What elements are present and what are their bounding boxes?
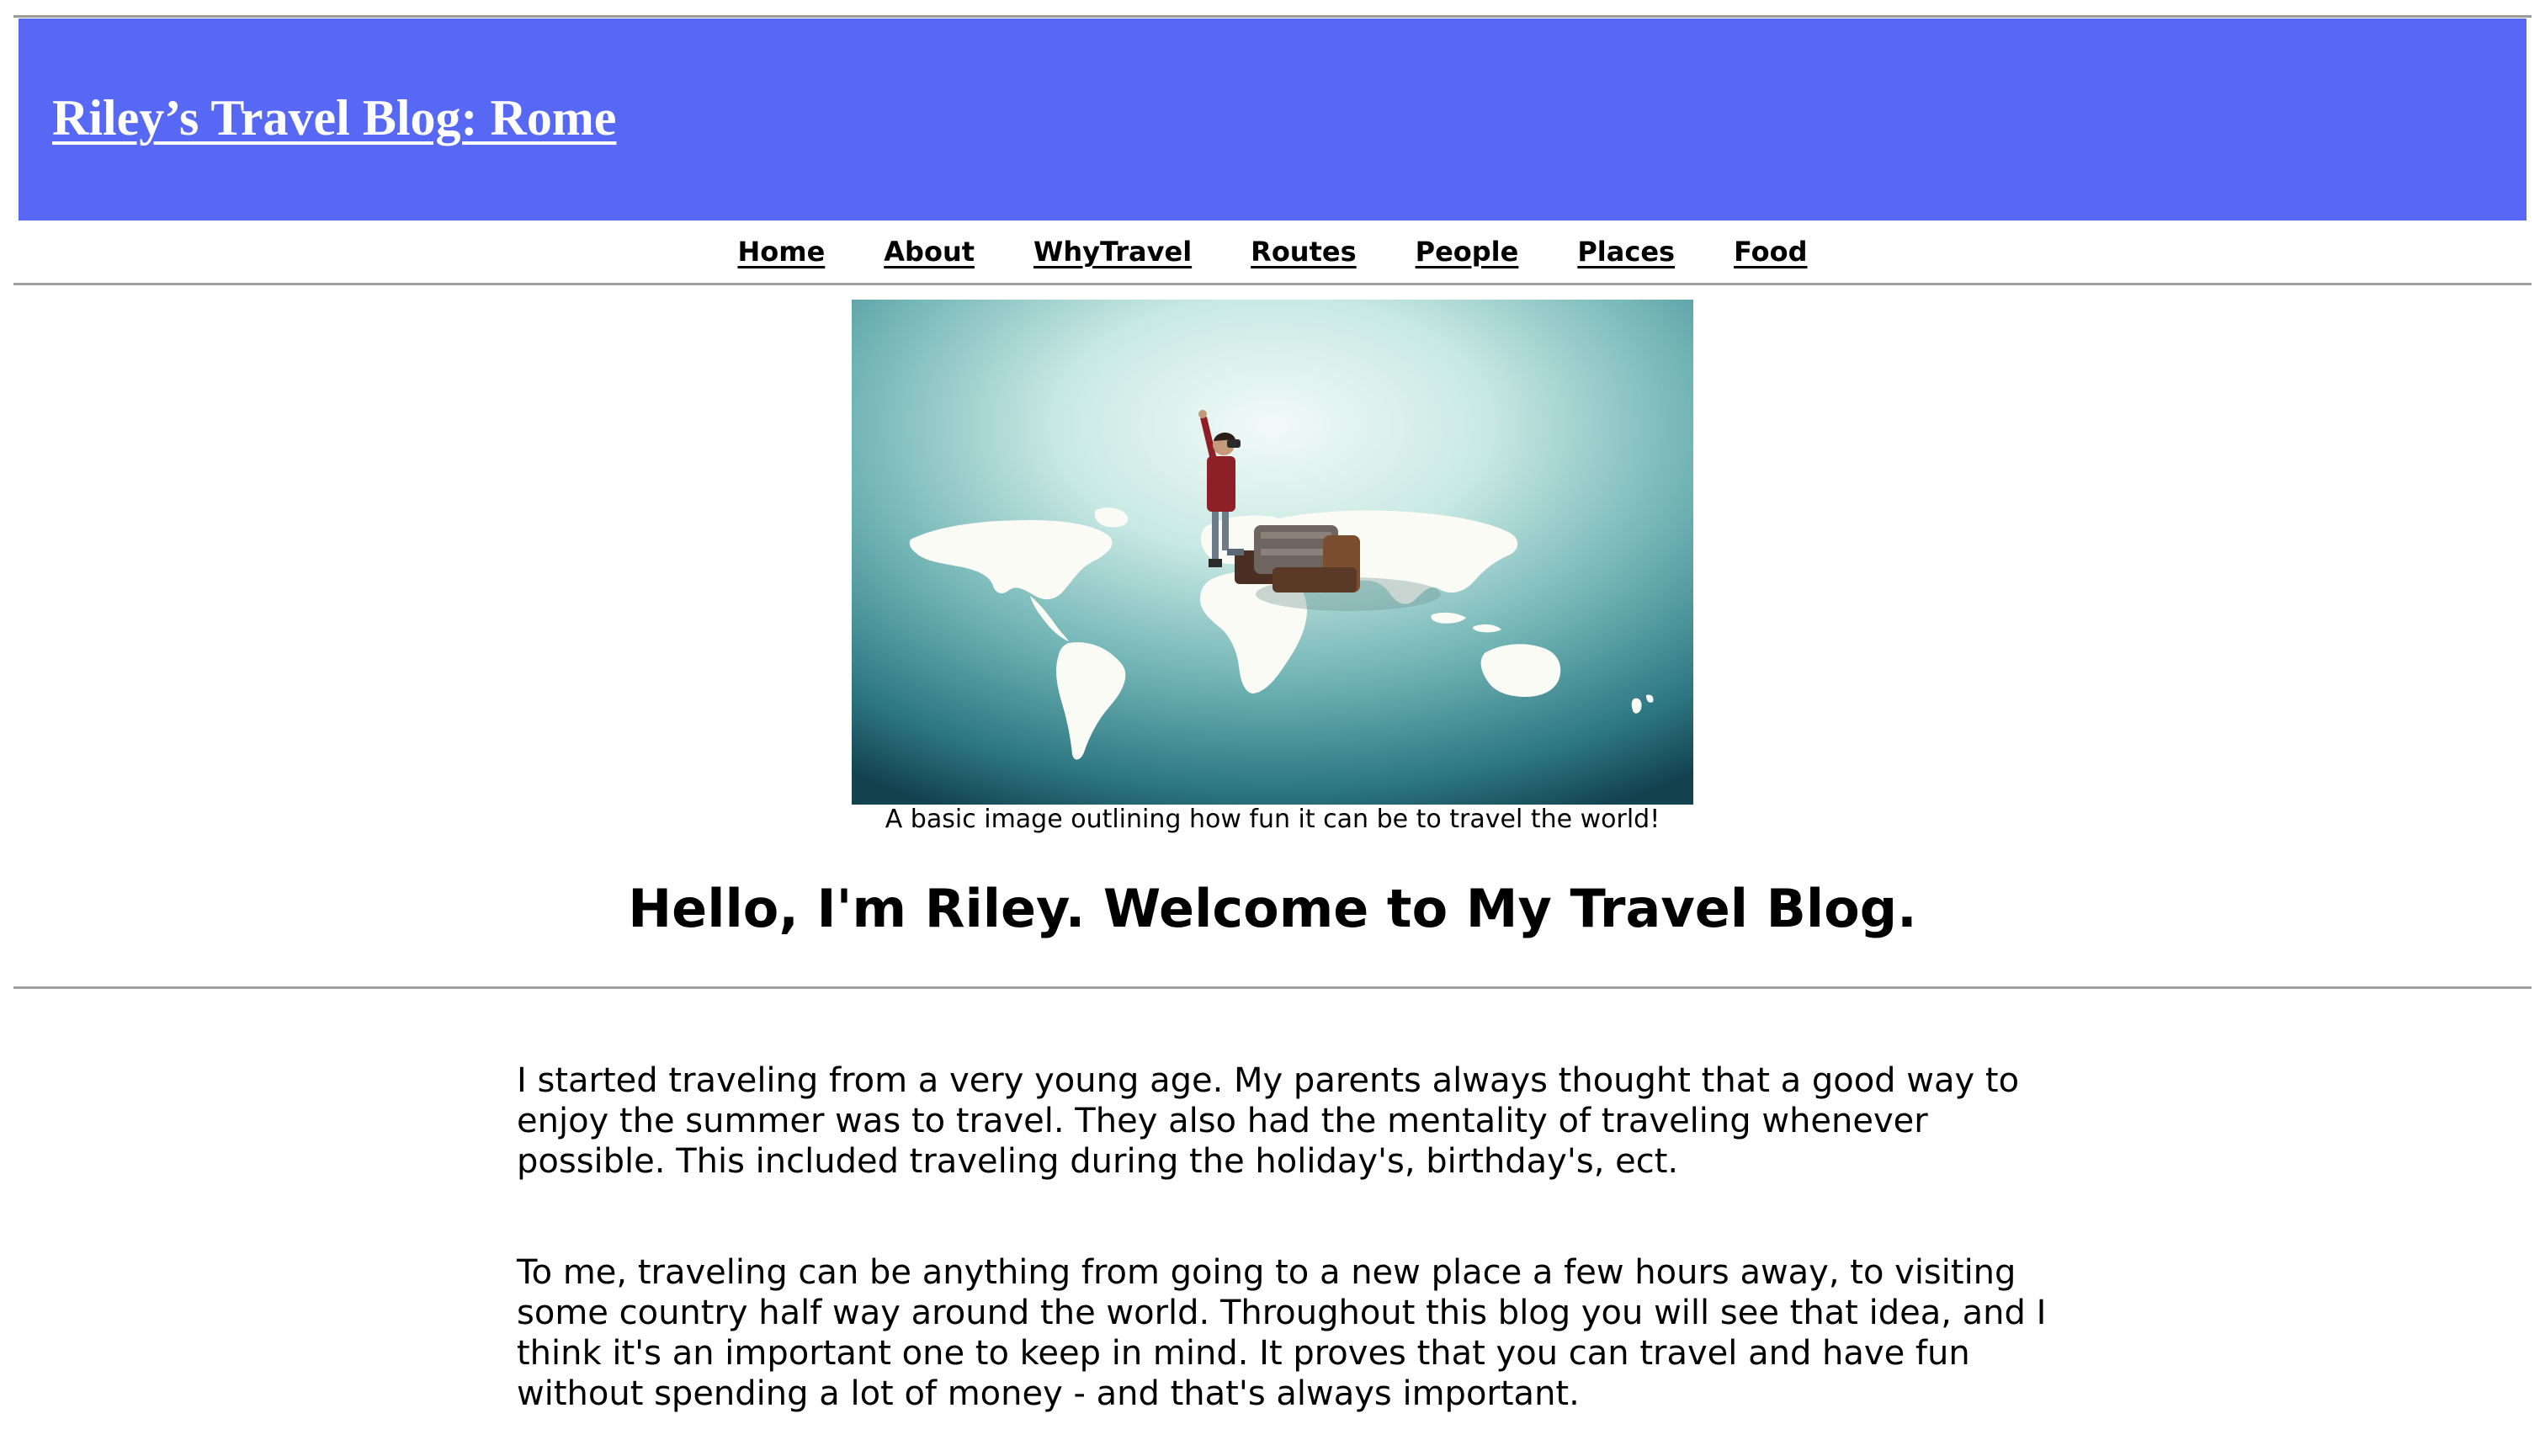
nav-divider	[13, 283, 2532, 285]
travel-philosophy-paragraph: To me, traveling can be anything from go…	[517, 1253, 2047, 1413]
world-map-traveler-illustration	[852, 300, 1693, 805]
heading-divider	[13, 986, 2532, 989]
nav-link-places[interactable]: Places	[1577, 236, 1675, 268]
nav-link-people[interactable]: People	[1416, 236, 1519, 268]
nav-link-whytravel[interactable]: WhyTravel	[1033, 236, 1192, 268]
site-banner: Riley’s Travel Blog: Rome	[19, 19, 2526, 221]
welcome-heading: Hello, I'm Riley. Welcome to My Travel B…	[628, 878, 1917, 939]
hero-image-caption: A basic image outlining how fun it can b…	[885, 805, 1660, 834]
nav-link-food[interactable]: Food	[1734, 236, 1807, 268]
site-title-link[interactable]: Riley’s Travel Blog: Rome	[52, 89, 616, 147]
nav-link-about[interactable]: About	[884, 236, 975, 268]
main-navigation: Home About WhyTravel Routes People Place…	[0, 236, 2545, 268]
intro-paragraph: I started traveling from a very young ag…	[517, 1061, 2020, 1181]
hero-image	[852, 300, 1693, 805]
nav-link-routes[interactable]: Routes	[1251, 236, 1356, 268]
nav-link-home[interactable]: Home	[737, 236, 825, 268]
top-border-line	[13, 15, 2532, 18]
